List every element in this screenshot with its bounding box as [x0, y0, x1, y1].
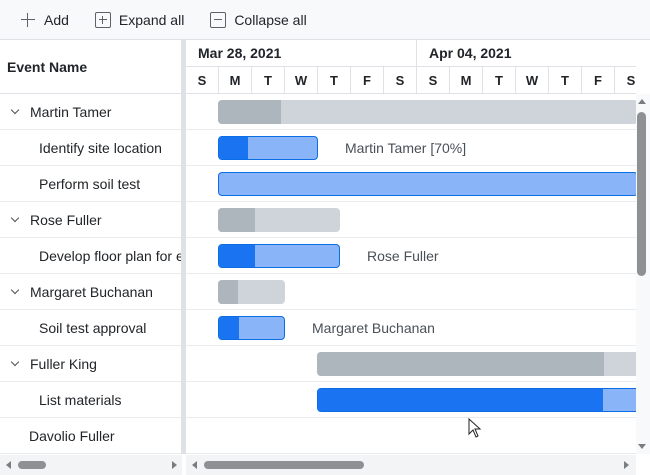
day-header: T [252, 67, 285, 94]
row-label: Fuller King [30, 355, 97, 372]
task-progress [219, 317, 239, 339]
task-bar-label: Martin Tamer [70%] [345, 140, 467, 156]
row-label: Develop floor plan for estimation [39, 247, 181, 264]
collapse-chevron-icon[interactable] [10, 286, 22, 298]
grid-row[interactable]: Soil test approval [0, 310, 181, 346]
day-header: F [582, 67, 615, 94]
day-header: S [186, 67, 219, 94]
grid-row[interactable]: Martin Tamer [0, 94, 181, 130]
expand-all-icon [94, 11, 111, 28]
grid-row[interactable]: Identify site location [0, 130, 181, 166]
task-bar[interactable] [218, 316, 285, 340]
task-bar[interactable] [218, 136, 318, 160]
task-bar-label: Margaret Buchanan [312, 320, 435, 336]
chart-row: Margaret Buchanan [186, 310, 636, 346]
grid-row[interactable]: List materials [0, 382, 181, 418]
row-label: Davolio Fuller [29, 427, 115, 444]
summary-task-bar[interactable] [317, 352, 636, 376]
grid-row[interactable]: Fuller King [0, 346, 181, 382]
task-progress [317, 352, 605, 376]
task-progress [318, 389, 604, 411]
grid-row[interactable]: Margaret Buchanan [0, 274, 181, 310]
day-header: W [285, 67, 318, 94]
vertical-scroll-thumb[interactable] [637, 112, 646, 276]
expand-all-label: Expand all [118, 11, 185, 28]
scroll-up-icon[interactable] [638, 99, 646, 104]
scroll-right-icon[interactable] [172, 461, 177, 469]
task-bar[interactable] [218, 172, 636, 196]
chart-row [186, 274, 636, 310]
row-label: Soil test approval [39, 319, 147, 336]
row-label: Martin Tamer [30, 103, 112, 120]
expand-all-button[interactable]: Expand all [87, 5, 192, 35]
collapse-chevron-icon[interactable] [10, 358, 22, 370]
task-bar-label: Rose Fuller [367, 248, 439, 264]
collapse-chevron-icon[interactable] [10, 214, 22, 226]
scroll-right-icon[interactable] [624, 461, 629, 469]
task-progress [218, 208, 255, 232]
grid-row[interactable]: Develop floor plan for estimation [0, 238, 181, 274]
week-header: Mar 28, 2021 [186, 40, 417, 67]
timeline-weeks: Mar 28, 2021 Apr 04, 2021 [186, 40, 636, 67]
scroll-left-icon[interactable] [192, 461, 197, 469]
chart-row: Martin Tamer [70%] [186, 130, 636, 166]
plus-icon [20, 12, 36, 28]
grid-row[interactable]: Rose Fuller [0, 202, 181, 238]
grid-row[interactable]: Davolio Fuller [0, 418, 181, 454]
grid-row[interactable]: Perform soil test [0, 166, 181, 202]
week-header: Apr 04, 2021 [417, 40, 636, 67]
add-button-label: Add [44, 11, 69, 28]
chart-row: Rose Fuller [186, 238, 636, 274]
collapse-all-label: Collapse all [234, 11, 307, 28]
row-label: List materials [39, 391, 122, 408]
task-progress [218, 100, 281, 124]
task-progress [218, 280, 239, 304]
mouse-pointer-icon [468, 418, 482, 438]
chart-row [186, 346, 636, 382]
day-header: F [351, 67, 384, 94]
summary-task-bar[interactable] [218, 100, 636, 124]
row-label: Margaret Buchanan [30, 283, 153, 300]
day-header: S [615, 67, 636, 94]
chart-row [186, 202, 636, 238]
row-label: Rose Fuller [30, 211, 102, 228]
collapse-all-icon [210, 11, 227, 28]
summary-task-bar[interactable] [218, 280, 285, 304]
day-header: T [318, 67, 351, 94]
collapse-chevron-icon[interactable] [10, 106, 22, 118]
day-header: T [483, 67, 516, 94]
chart-row [186, 418, 636, 454]
row-label: Perform soil test [39, 175, 141, 192]
scroll-left-icon[interactable] [6, 461, 11, 469]
column-header-event-name[interactable]: Event Name [0, 40, 181, 94]
collapse-all-button[interactable]: Collapse all [202, 5, 314, 35]
toolbar: Add Expand all Collapse all [0, 0, 650, 40]
summary-task-bar[interactable] [218, 208, 340, 232]
chart-horizontal-scroll-thumb[interactable] [204, 461, 364, 469]
grid-horizontal-scroll-thumb[interactable] [18, 461, 46, 469]
chart-row [186, 382, 636, 418]
task-bar[interactable] [317, 388, 636, 412]
timeline-days: SMTWTFSSMTWTFS [186, 67, 636, 94]
day-header: T [549, 67, 582, 94]
tree-grid: Event Name Martin Tamer Identify site lo… [0, 40, 182, 454]
day-header: W [516, 67, 549, 94]
day-header: M [219, 67, 252, 94]
chart-row [186, 166, 636, 202]
scroll-down-icon[interactable] [638, 444, 646, 449]
day-header: S [384, 67, 417, 94]
chart-row [186, 94, 636, 130]
task-progress [219, 245, 255, 267]
task-bar[interactable] [218, 244, 340, 268]
gantt-chart: Mar 28, 2021 Apr 04, 2021 SMTWTFSSMTWTFS… [186, 40, 636, 454]
day-header: S [417, 67, 450, 94]
add-button[interactable]: Add [12, 5, 77, 35]
row-label: Identify site location [39, 139, 162, 156]
day-header: M [450, 67, 483, 94]
task-progress [219, 137, 249, 159]
